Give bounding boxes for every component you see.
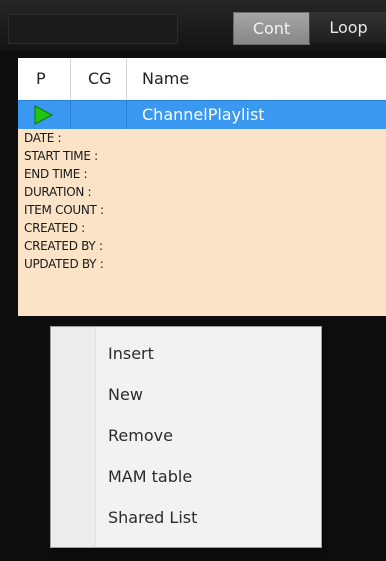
menu-item-remove[interactable]: Remove [108, 417, 173, 455]
cont-button[interactable]: Cont [233, 12, 310, 45]
column-header-row: P CG Name [18, 58, 386, 100]
menu-item-new[interactable]: New [108, 376, 143, 414]
playlist-info-panel: DATE : START TIME : END TIME : DURATION … [18, 129, 386, 316]
loop-button[interactable]: Loop [309, 12, 386, 43]
menu-item-mam-table[interactable]: MAM table [108, 458, 192, 496]
info-created-by: CREATED BY : [24, 239, 103, 253]
menu-item-insert[interactable]: Insert [108, 335, 154, 373]
context-menu: Insert New Remove MAM table Shared List [50, 326, 322, 548]
playlist-row-selected[interactable]: ChannelPlaylist [18, 100, 386, 130]
column-header-p[interactable]: P [36, 58, 46, 100]
menu-item-shared-list[interactable]: Shared List [108, 499, 197, 537]
info-start-time: START TIME : [24, 149, 98, 163]
column-header-name[interactable]: Name [142, 58, 189, 100]
info-date: DATE : [24, 131, 62, 145]
toolbar: Cont Loop [0, 0, 386, 50]
info-end-time: END TIME : [24, 167, 88, 181]
column-header-cg[interactable]: CG [88, 58, 112, 100]
info-duration: DURATION : [24, 185, 92, 199]
column-divider [126, 101, 127, 129]
playlist-name: ChannelPlaylist [142, 105, 265, 124]
playlist-panel: P CG Name ChannelPlaylist DATE : START T… [18, 58, 386, 316]
context-menu-icon-gutter [51, 327, 96, 547]
info-created: CREATED : [24, 221, 85, 235]
play-icon [34, 105, 54, 125]
info-updated-by: UPDATED BY : [24, 257, 104, 271]
column-divider [70, 101, 71, 129]
toolbar-blank-area [8, 14, 178, 44]
info-item-count: ITEM COUNT : [24, 203, 104, 217]
